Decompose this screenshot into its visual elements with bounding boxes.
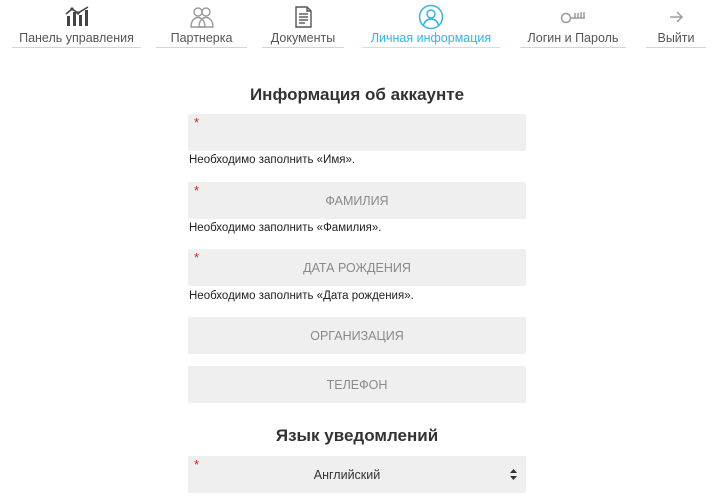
nav-item-documents[interactable]: Документы: [262, 0, 344, 50]
phone-field: [188, 366, 526, 403]
users-icon: [189, 4, 215, 30]
document-icon: [290, 4, 316, 30]
nav-item-personal-info[interactable]: Личная информация: [362, 0, 500, 50]
nav-item-label: Документы: [270, 31, 336, 45]
last-name-field: *: [188, 182, 526, 219]
first-name-error: Необходимо заполнить «Имя».: [189, 154, 356, 166]
user-circle-icon: [418, 4, 444, 30]
nav-item-label: Партнерка: [170, 31, 233, 45]
birth-date-input[interactable]: [188, 249, 526, 286]
nav-underline: [646, 47, 706, 48]
arrow-right-icon: [663, 4, 689, 30]
last-name-error: Необходимо заполнить «Фамилия».: [189, 222, 382, 234]
required-marker: *: [194, 457, 200, 472]
language-field: * Английский: [188, 456, 526, 493]
required-marker: *: [194, 115, 200, 130]
language-select[interactable]: Английский: [188, 456, 526, 493]
nav-item-logout[interactable]: Выйти: [646, 0, 706, 50]
nav-underline: [262, 47, 344, 48]
organization-field: [188, 317, 526, 354]
first-name-field: *: [188, 114, 526, 151]
top-navigation: Панель управления Партнерка Документы Ли…: [0, 0, 727, 52]
nav-item-partner[interactable]: Партнерка: [156, 0, 247, 50]
nav-item-label: Логин и Пароль: [527, 31, 619, 45]
chart-bars-icon: [64, 4, 90, 30]
nav-item-dashboard[interactable]: Панель управления: [12, 0, 141, 50]
nav-item-label: Выйти: [657, 31, 695, 45]
nav-item-label: Панель управления: [19, 31, 134, 45]
nav-underline: [156, 47, 247, 48]
first-name-input[interactable]: [188, 114, 526, 151]
nav-item-login-password[interactable]: Логин и Пароль: [520, 0, 626, 50]
account-info-title: Информация об аккаунте: [249, 85, 465, 104]
key-icon: [560, 4, 586, 30]
last-name-input[interactable]: [188, 182, 526, 219]
notification-language-title: Язык уведомлений: [275, 426, 439, 445]
nav-underline: [362, 47, 500, 48]
birth-date-error: Необходимо заполнить «Дата рождения».: [189, 290, 414, 302]
nav-underline: [12, 47, 141, 48]
organization-input[interactable]: [188, 317, 526, 354]
nav-underline: [520, 47, 626, 48]
required-marker: *: [194, 250, 200, 265]
birth-date-field: *: [188, 249, 526, 286]
nav-item-label: Личная информация: [370, 31, 492, 45]
required-marker: *: [194, 183, 200, 198]
phone-input[interactable]: [188, 366, 526, 403]
